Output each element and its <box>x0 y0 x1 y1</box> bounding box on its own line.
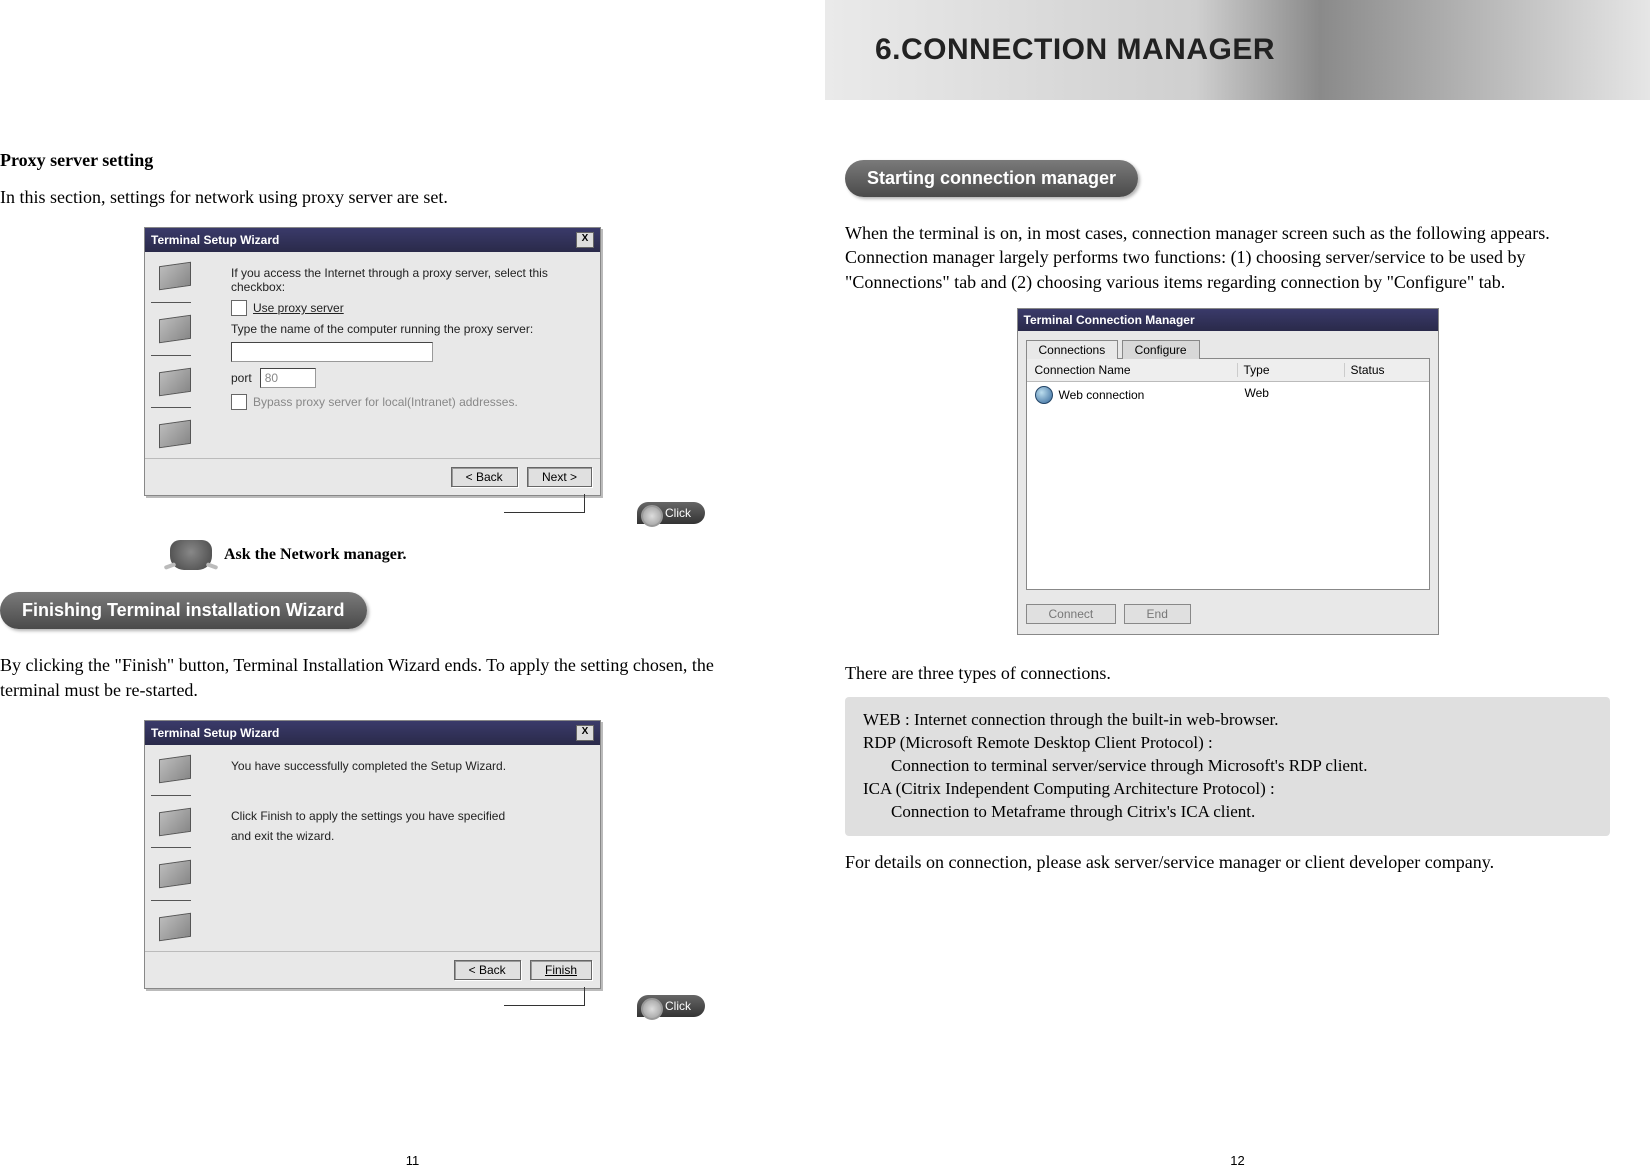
proxy-server-input[interactable] <box>231 342 433 362</box>
info-line: RDP (Microsoft Remote Desktop Client Pro… <box>863 732 1592 755</box>
tab-connections[interactable]: Connections <box>1026 340 1119 359</box>
computer-icon <box>159 367 191 395</box>
computer-icon <box>159 807 191 835</box>
click-callout: Click <box>0 995 705 1023</box>
dialog-terminal-setup-wizard-proxy: Terminal Setup Wizard X If you access th… <box>144 227 601 496</box>
close-icon[interactable]: X <box>576 232 594 248</box>
wizard-text: Click Finish to apply the settings you h… <box>231 809 584 823</box>
connection-name: Web connection <box>1059 388 1145 402</box>
computer-icon <box>159 262 191 290</box>
info-line: ICA (Citrix Independent Computing Archit… <box>863 778 1592 801</box>
finish-button[interactable]: Finish <box>530 960 592 980</box>
phone-icon <box>170 540 212 570</box>
computer-icon <box>159 315 191 343</box>
info-line: Connection to terminal server/service th… <box>863 755 1592 778</box>
click-badge: Click <box>637 995 705 1017</box>
computer-icon <box>159 755 191 783</box>
chapter-banner: 6.CONNECTION MANAGER <box>825 0 1650 100</box>
computer-icon <box>159 420 191 448</box>
column-header-status: Status <box>1345 363 1421 377</box>
dialog-title-text: Terminal Setup Wizard <box>151 233 279 247</box>
page-number: 12 <box>825 1153 1650 1168</box>
page-number: 11 <box>0 1153 825 1168</box>
use-proxy-checkbox[interactable] <box>231 300 247 316</box>
computer-icon <box>159 913 191 941</box>
close-icon[interactable]: X <box>576 725 594 741</box>
bypass-proxy-checkbox[interactable] <box>231 394 247 410</box>
wizard-text: Type the name of the computer running th… <box>231 322 584 336</box>
computer-icon <box>159 860 191 888</box>
wizard-text: and exit the wizard. <box>231 829 584 843</box>
click-badge: Click <box>637 502 705 524</box>
back-button[interactable]: < Back <box>451 467 518 487</box>
use-proxy-label: Use proxy server <box>253 301 344 315</box>
dialog-title-text: Terminal Setup Wizard <box>151 726 279 740</box>
table-row[interactable]: Web connection Web <box>1027 382 1429 408</box>
info-line: WEB : Internet connection through the bu… <box>863 709 1592 732</box>
next-button[interactable]: Next > <box>527 467 592 487</box>
text-cm-intro: When the terminal is on, in most cases, … <box>845 221 1610 294</box>
click-callout: Click <box>0 502 705 530</box>
end-button[interactable]: End <box>1124 604 1191 624</box>
window-terminal-connection-manager: Terminal Connection Manager Connections … <box>1017 308 1439 635</box>
column-header-type: Type <box>1238 363 1345 377</box>
connection-type: Web <box>1239 386 1345 404</box>
column-header-name: Connection Name <box>1035 363 1238 377</box>
dialog-titlebar: Terminal Setup Wizard X <box>145 721 600 745</box>
port-label: port <box>231 371 252 385</box>
info-line: Connection to Metaframe through Citrix's… <box>863 801 1592 824</box>
wizard-side-graphic <box>153 260 223 450</box>
ask-text: Ask the Network manager. <box>224 546 407 564</box>
ask-network-manager-note: Ask the Network manager. <box>170 540 745 570</box>
bypass-proxy-label: Bypass proxy server for local(Intranet) … <box>253 395 518 409</box>
text-outro: For details on connection, please ask se… <box>845 850 1610 874</box>
globe-icon <box>1035 386 1053 404</box>
section-header-finishing-wizard: Finishing Terminal installation Wizard <box>0 592 367 629</box>
wizard-text: If you access the Internet through a pro… <box>231 266 584 294</box>
heading-proxy: Proxy server setting <box>0 150 745 171</box>
window-title: Terminal Connection Manager <box>1018 309 1438 331</box>
section-header-starting-cm: Starting connection manager <box>845 160 1138 197</box>
text-types-intro: There are three types of connections. <box>845 661 1610 685</box>
wizard-text: You have successfully completed the Setu… <box>231 759 584 773</box>
page-11: Proxy server setting In this section, se… <box>0 0 825 1176</box>
dialog-terminal-setup-wizard-finish: Terminal Setup Wizard X You have success… <box>144 720 601 989</box>
page-12: 6.CONNECTION MANAGER Starting connection… <box>825 0 1650 1176</box>
connection-status <box>1345 386 1421 404</box>
back-button[interactable]: < Back <box>454 960 521 980</box>
port-input[interactable]: 80 <box>260 368 316 388</box>
wizard-side-graphic <box>153 753 223 943</box>
connect-button[interactable]: Connect <box>1026 604 1117 624</box>
tab-configure[interactable]: Configure <box>1122 340 1200 359</box>
connections-list: Connection Name Type Status Web connecti… <box>1026 358 1430 590</box>
document-spread: Proxy server setting In this section, se… <box>0 0 1650 1176</box>
text-proxy-intro: In this section, settings for network us… <box>0 185 745 209</box>
dialog-titlebar: Terminal Setup Wizard X <box>145 228 600 252</box>
connection-types-box: WEB : Internet connection through the bu… <box>845 697 1610 836</box>
text-finish-body: By clicking the "Finish" button, Termina… <box>0 653 745 702</box>
